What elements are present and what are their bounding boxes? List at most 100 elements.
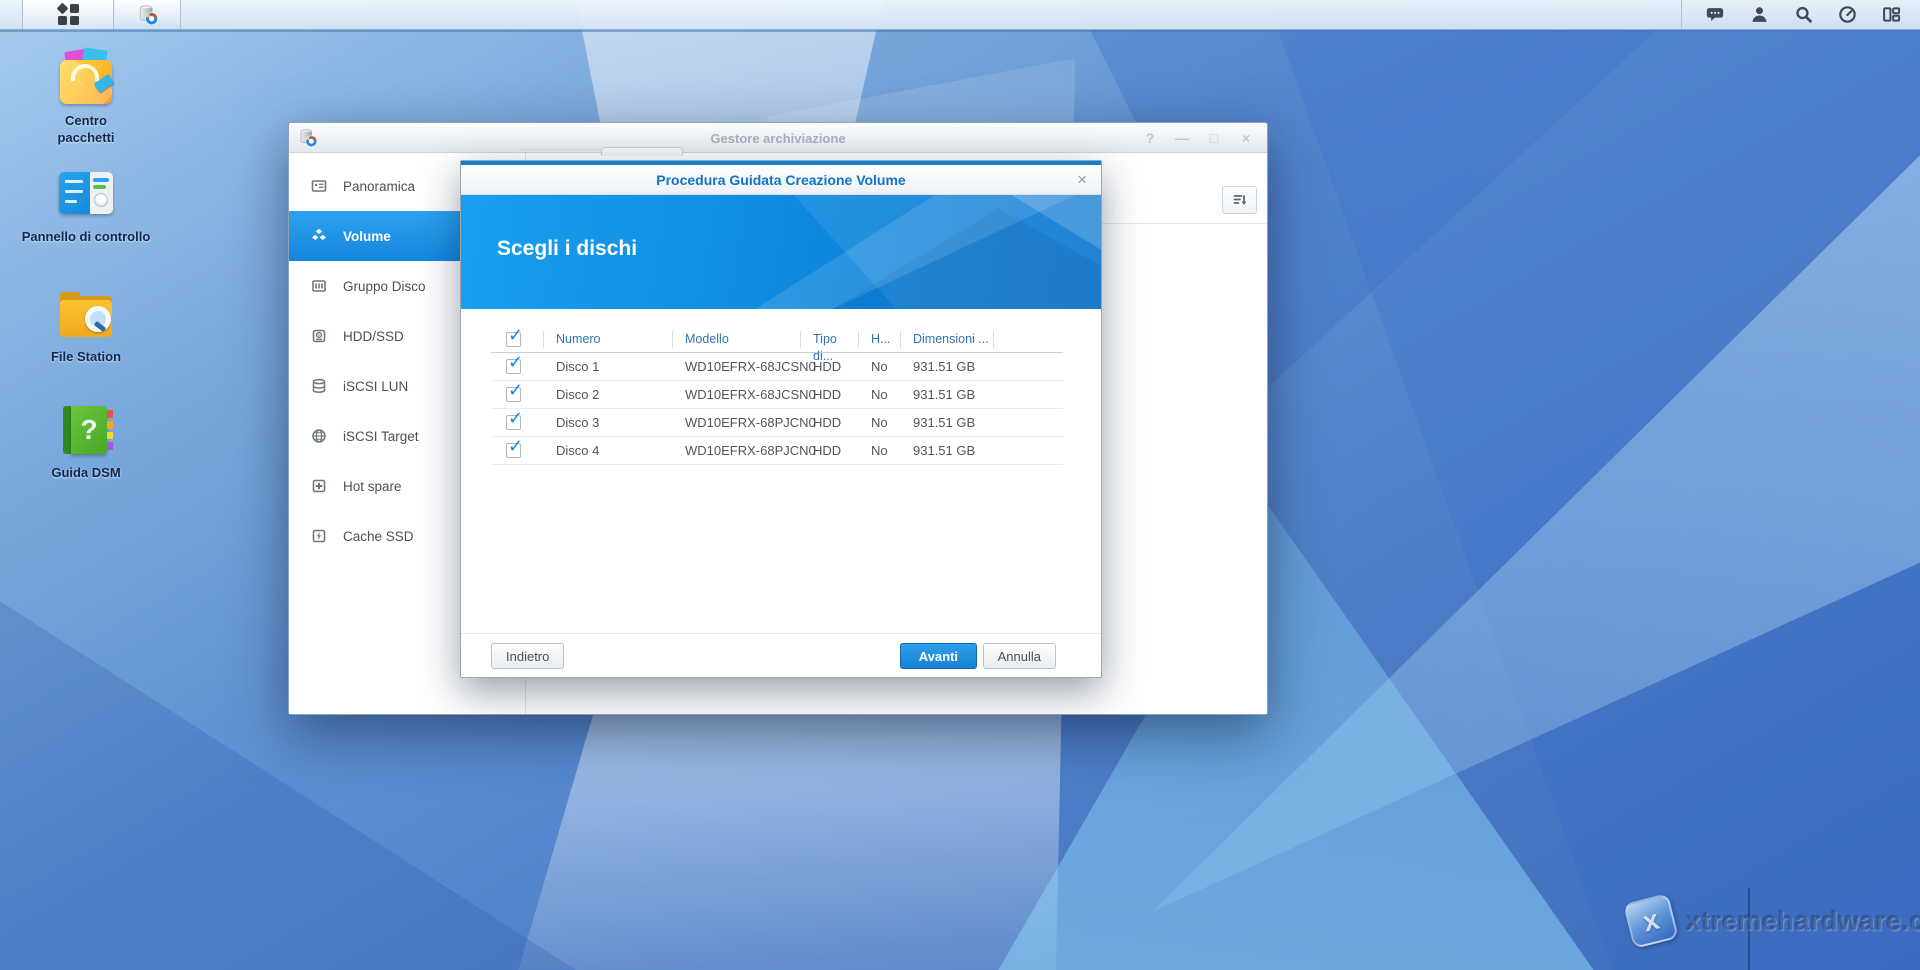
- row-checkbox[interactable]: ✓: [506, 359, 521, 374]
- background-toolbar-button: [601, 147, 683, 156]
- disk-table-header: ✓ Numero Modello Tipo di... H... Dimensi…: [491, 326, 1063, 353]
- wizard-titlebar: Procedura Guidata Creazione Volume ×: [461, 165, 1101, 195]
- sidebar-item-label: Panoramica: [343, 179, 415, 194]
- sidebar-item-label: Volume: [343, 229, 391, 244]
- system-health-button[interactable]: [1830, 0, 1864, 29]
- notifications-button[interactable]: [1698, 0, 1732, 29]
- window-help-button[interactable]: ?: [1141, 131, 1159, 145]
- cell-hot-spare: No: [859, 387, 901, 402]
- cell-tipo: HDD: [801, 443, 859, 458]
- watermark-x-logo: x: [1623, 893, 1679, 949]
- sort-descending-icon: [1232, 192, 1248, 208]
- window-maximize-button[interactable]: □: [1205, 131, 1223, 145]
- hot-spare-icon: [311, 478, 327, 494]
- column-header-hot-spare[interactable]: H...: [859, 331, 901, 348]
- watermark-text: xtremehardware.com: [1686, 906, 1920, 937]
- window-titlebar[interactable]: Gestore archiviazione ? — □ ×: [289, 123, 1267, 153]
- iscsi-target-icon: [311, 428, 327, 444]
- cell-dimensioni: 931.51 GB: [901, 443, 994, 458]
- file-station-icon: [57, 284, 115, 342]
- row-checkbox[interactable]: ✓: [506, 387, 521, 402]
- sort-button[interactable]: [1222, 186, 1257, 214]
- desktop: x xtremehardware.com Centro pacchetti Pa…: [0, 0, 1920, 970]
- desktop-icon-label: Pannello di controllo: [22, 229, 151, 246]
- search-button[interactable]: [1786, 0, 1820, 29]
- watermark: x xtremehardware.com: [1628, 898, 1920, 944]
- volume-creation-wizard-dialog: Procedura Guidata Creazione Volume × Sce…: [460, 160, 1102, 678]
- background-toolbar-edge: [521, 149, 603, 150]
- desktop-icon-label: Centro pacchetti: [44, 113, 128, 147]
- taskbar-storage-manager-button[interactable]: [115, 0, 181, 29]
- sidebar-item-label: HDD/SSD: [343, 329, 404, 344]
- dsm-help-icon: ?: [57, 400, 115, 458]
- desktop-icon-package-center[interactable]: Centro pacchetti: [20, 48, 152, 147]
- desktop-icon-label: File Station: [51, 349, 121, 366]
- cell-dimensioni: 931.51 GB: [901, 415, 994, 430]
- row-checkbox[interactable]: ✓: [506, 443, 521, 458]
- select-all-checkbox[interactable]: ✓: [506, 332, 521, 347]
- cell-numero: Disco 3: [544, 415, 673, 430]
- column-header-filler: [994, 331, 1063, 348]
- desktop-icon-dsm-help[interactable]: ? Guida DSM: [20, 400, 152, 482]
- package-center-icon: [57, 48, 115, 106]
- back-button[interactable]: Indietro: [491, 643, 564, 669]
- wizard-close-icon[interactable]: ×: [1077, 165, 1087, 195]
- cell-tipo: HDD: [801, 359, 859, 374]
- hdd-ssd-icon: [311, 328, 327, 344]
- window-minimize-button[interactable]: —: [1173, 131, 1191, 145]
- column-header-modello[interactable]: Modello: [673, 331, 801, 348]
- cell-hot-spare: No: [859, 443, 901, 458]
- wizard-step-heading: Scegli i dischi: [497, 237, 637, 261]
- cell-tipo: HDD: [801, 415, 859, 430]
- window-title: Gestore archiviazione: [289, 123, 1267, 153]
- disk-table: ✓ Numero Modello Tipo di... H... Dimensi…: [491, 326, 1063, 465]
- cell-hot-spare: No: [859, 415, 901, 430]
- cancel-button[interactable]: Annulla: [983, 643, 1056, 669]
- disk-row-2[interactable]: ✓ Disco 2 WD10EFRX-68JCSN0 HDD No 931.51…: [491, 381, 1063, 409]
- sidebar-item-label: iSCSI Target: [343, 429, 419, 444]
- window-close-button[interactable]: ×: [1237, 131, 1255, 145]
- main-menu-icon: [58, 4, 79, 25]
- column-header-numero[interactable]: Numero: [544, 331, 673, 348]
- disk-row-1[interactable]: ✓ Disco 1 WD10EFRX-68JCSN0 HDD No 931.51…: [491, 353, 1063, 381]
- disk-row-3[interactable]: ✓ Disco 3 WD10EFRX-68PJCN0 HDD No 931.51…: [491, 409, 1063, 437]
- main-menu-button[interactable]: [22, 0, 114, 29]
- cell-modello: WD10EFRX-68JCSN0: [673, 359, 801, 374]
- wizard-title: Procedura Guidata Creazione Volume: [656, 172, 905, 188]
- search-icon: [1794, 5, 1813, 24]
- wizard-footer: Indietro Avanti Annulla: [461, 633, 1101, 677]
- cell-hot-spare: No: [859, 359, 901, 374]
- row-checkbox[interactable]: ✓: [506, 415, 521, 430]
- cell-modello: WD10EFRX-68JCSN0: [673, 387, 801, 402]
- column-header-dimensioni[interactable]: Dimensioni ...: [901, 331, 994, 348]
- iscsi-lun-icon: [311, 378, 327, 394]
- column-header-tipo[interactable]: Tipo di...: [801, 331, 859, 348]
- taskbar: [0, 0, 1920, 30]
- desktop-icon-file-station[interactable]: File Station: [20, 284, 152, 366]
- ssd-cache-icon: [311, 528, 327, 544]
- disk-group-icon: [311, 278, 327, 294]
- sidebar-item-label: iSCSI LUN: [343, 379, 408, 394]
- next-button[interactable]: Avanti: [900, 643, 977, 669]
- cell-dimensioni: 931.51 GB: [901, 359, 994, 374]
- cell-numero: Disco 4: [544, 443, 673, 458]
- disk-row-4[interactable]: ✓ Disco 4 WD10EFRX-68PJCN0 HDD No 931.51…: [491, 437, 1063, 465]
- desktop-icon-control-panel[interactable]: Pannello di controllo: [20, 164, 152, 246]
- storage-manager-app-icon: [137, 4, 159, 26]
- cell-tipo: HDD: [801, 387, 859, 402]
- taskbar-tray: [1681, 0, 1908, 29]
- desktop-icon-label: Guida DSM: [51, 465, 120, 482]
- volume-icon: [311, 228, 327, 244]
- system-health-icon: [1838, 5, 1857, 24]
- user-menu-button[interactable]: [1742, 0, 1776, 29]
- user-account-icon: [1750, 5, 1769, 24]
- cell-numero: Disco 1: [544, 359, 673, 374]
- cell-numero: Disco 2: [544, 387, 673, 402]
- sidebar-item-label: Cache SSD: [343, 529, 414, 544]
- sidebar-item-label: Gruppo Disco: [343, 279, 426, 294]
- notifications-chat-icon: [1706, 5, 1725, 24]
- pilot-view-button[interactable]: [1874, 0, 1908, 29]
- sidebar-item-label: Hot spare: [343, 479, 402, 494]
- widgets-icon: [1882, 5, 1901, 24]
- cell-dimensioni: 931.51 GB: [901, 387, 994, 402]
